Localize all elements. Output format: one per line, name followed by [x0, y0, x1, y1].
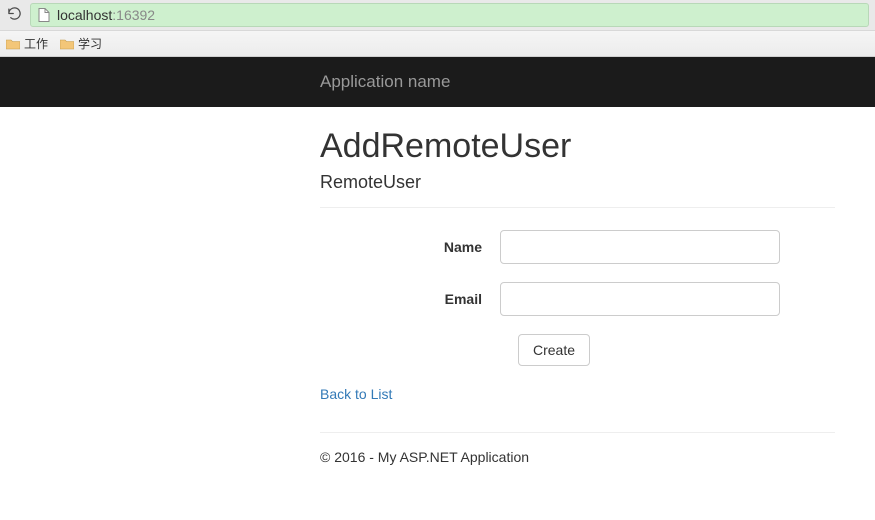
address-bar-row: localhost:16392 — [0, 0, 875, 30]
form-row-email: Email — [320, 282, 835, 316]
button-row: Create — [320, 334, 835, 366]
folder-icon — [6, 38, 20, 50]
email-label: Email — [320, 291, 500, 307]
bookmarks-bar: 工作 学习 — [0, 30, 875, 56]
name-input[interactable] — [500, 230, 780, 264]
back-to-list-link[interactable]: Back to List — [320, 386, 392, 402]
page-content: AddRemoteUser RemoteUser Name Email Crea… — [320, 107, 835, 465]
footer-divider — [320, 432, 835, 433]
create-button[interactable]: Create — [518, 334, 590, 366]
folder-icon — [60, 38, 74, 50]
page-icon — [37, 8, 51, 22]
page-subtitle: RemoteUser — [320, 172, 835, 193]
divider — [320, 207, 835, 208]
reload-button[interactable] — [2, 3, 26, 27]
email-input[interactable] — [500, 282, 780, 316]
reload-icon — [7, 6, 22, 24]
url-host: localhost — [57, 7, 112, 23]
bookmark-item[interactable]: 工作 — [6, 35, 48, 52]
brand-link[interactable]: Application name — [320, 72, 450, 91]
name-label: Name — [320, 239, 500, 255]
form-row-name: Name — [320, 230, 835, 264]
footer-text: © 2016 - My ASP.NET Application — [320, 449, 835, 465]
bookmark-label: 工作 — [24, 35, 48, 52]
bookmark-item[interactable]: 学习 — [60, 35, 102, 52]
page-title: AddRemoteUser — [320, 127, 835, 166]
url-port: :16392 — [112, 7, 155, 23]
app-navbar: Application name — [0, 57, 875, 107]
browser-chrome: localhost:16392 工作 学习 — [0, 0, 875, 57]
bookmark-label: 学习 — [78, 35, 102, 52]
address-bar[interactable]: localhost:16392 — [30, 3, 869, 27]
